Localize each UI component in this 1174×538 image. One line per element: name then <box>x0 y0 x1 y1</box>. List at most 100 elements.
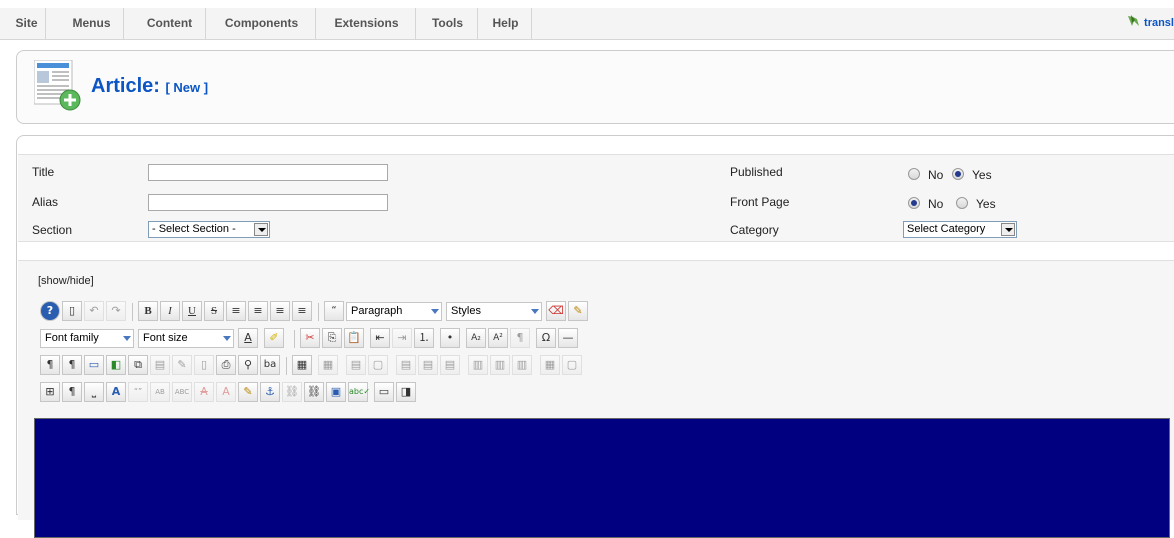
frontpage-yes-radio[interactable] <box>956 197 968 209</box>
delete-table-icon[interactable]: ▦ <box>318 355 338 375</box>
font-family-select-value: Font family <box>45 332 99 344</box>
special-character-icon[interactable]: Ω <box>536 328 556 348</box>
eraser-icon[interactable]: ⌫ <box>546 301 566 321</box>
image-icon[interactable]: ▣ <box>326 382 346 402</box>
show-hide-toggle[interactable]: [show/hide] <box>38 275 94 287</box>
frontpage-no-radio[interactable] <box>908 197 920 209</box>
numbered-list-icon[interactable]: ⒈ <box>414 328 434 348</box>
outdent-icon[interactable]: ⇤ <box>370 328 390 348</box>
published-no-radio[interactable] <box>908 168 920 180</box>
subscript-icon[interactable]: A₂ <box>466 328 486 348</box>
indent-icon[interactable]: ⇥ <box>392 328 412 348</box>
preview-icon[interactable]: ◧ <box>106 355 126 375</box>
character-map-disabled-icon[interactable]: ¶ <box>510 328 530 348</box>
replace-icon[interactable]: ba <box>260 355 280 375</box>
insert-layer-icon[interactable]: ▤ <box>150 355 170 375</box>
acronym-icon[interactable]: ABC <box>172 382 192 402</box>
template-icon[interactable]: ▯ <box>194 355 214 375</box>
col-after-icon[interactable]: ▥ <box>490 355 510 375</box>
col-before-icon[interactable]: ▥ <box>468 355 488 375</box>
published-yes-radio[interactable] <box>952 168 964 180</box>
alias-label: Alias <box>32 195 59 209</box>
format-select[interactable]: Paragraph <box>346 302 442 321</box>
article-form: Title Alias Section - Select Section - P… <box>18 154 1174 242</box>
align-left-icon[interactable]: ≡ <box>270 301 290 321</box>
edit-icon[interactable]: ✎ <box>172 355 192 375</box>
new-document-icon[interactable]: ▯ <box>62 301 82 321</box>
redo-icon[interactable]: ↷ <box>106 301 126 321</box>
section-select[interactable]: - Select Section - <box>148 221 270 238</box>
merge-cells-icon[interactable]: ▢ <box>562 355 582 375</box>
chevron-down-icon <box>254 223 268 236</box>
attributes-icon[interactable]: ✎ <box>238 382 258 402</box>
superscript-icon[interactable]: A² <box>488 328 508 348</box>
cut-icon[interactable]: ✂ <box>300 328 320 348</box>
text-color-icon[interactable]: A <box>238 328 258 348</box>
delete-row-icon[interactable]: ▤ <box>440 355 460 375</box>
cite-icon[interactable]: “” <box>128 382 148 402</box>
horizontal-rule-icon[interactable]: — <box>558 328 578 348</box>
font-size-select[interactable]: Font size <box>138 329 234 348</box>
blockquote-icon[interactable]: “ <box>324 301 344 321</box>
highlight-color-icon[interactable]: ✐ <box>264 328 284 348</box>
help-icon[interactable]: ? <box>40 301 60 321</box>
published-label: Published <box>730 165 783 179</box>
menu-tools[interactable]: Tools <box>418 8 478 39</box>
bold-icon[interactable]: B <box>138 301 158 321</box>
title-input[interactable] <box>148 164 388 181</box>
page-subtitle: [ New ] <box>165 80 209 95</box>
source-code-icon[interactable]: ⧉ <box>128 355 148 375</box>
bullet-list-icon[interactable]: • <box>440 328 460 348</box>
chevron-down-icon <box>123 336 131 341</box>
print-icon[interactable]: ⎙ <box>216 355 236 375</box>
font-family-select[interactable]: Font family <box>40 329 134 348</box>
delete-mark-icon[interactable]: A <box>194 382 214 402</box>
insert-mark-icon[interactable]: A <box>216 382 236 402</box>
row-before-icon[interactable]: ▤ <box>396 355 416 375</box>
underline-icon[interactable]: U <box>182 301 202 321</box>
menu-site[interactable]: Site <box>8 8 46 39</box>
translate-icon <box>1126 10 1141 26</box>
pagebreak-icon[interactable]: ◨ <box>396 382 416 402</box>
styles-props-icon[interactable]: A <box>106 382 126 402</box>
split-cells-icon[interactable]: ▦ <box>540 355 560 375</box>
show-blocks-icon[interactable]: ¶ <box>62 382 82 402</box>
cell-props-icon[interactable]: ▢ <box>368 355 388 375</box>
editor-content-area[interactable] <box>34 418 1170 538</box>
menu-menus[interactable]: Menus <box>60 8 124 39</box>
align-center-icon[interactable]: ≡ <box>248 301 268 321</box>
italic-icon[interactable]: I <box>160 301 180 321</box>
alias-input[interactable] <box>148 194 388 211</box>
media-icon[interactable]: ▭ <box>374 382 394 402</box>
menu-extensions[interactable]: Extensions <box>318 8 416 39</box>
row-after-icon[interactable]: ▤ <box>418 355 438 375</box>
styles-select[interactable]: Styles <box>446 302 542 321</box>
cleanup-brush-icon[interactable]: ✎ <box>568 301 588 321</box>
insert-table-icon[interactable]: ▦ <box>292 355 312 375</box>
anchor-icon[interactable]: ⚓ <box>260 382 280 402</box>
translation-link[interactable]: transl <box>1120 8 1174 39</box>
visual-aid-icon[interactable]: ⊞ <box>40 382 60 402</box>
link-icon[interactable]: ⛓ <box>304 382 324 402</box>
align-justify-icon[interactable]: ≡ <box>226 301 246 321</box>
spellcheck-icon[interactable]: abc✓ <box>348 382 370 402</box>
chevron-down-icon <box>223 336 231 341</box>
abbr-icon[interactable]: AB <box>150 382 170 402</box>
find-icon[interactable]: ⚲ <box>238 355 258 375</box>
ltr-icon[interactable]: ¶ <box>40 355 60 375</box>
unlink-icon[interactable]: ⛓ <box>282 382 302 402</box>
menu-components[interactable]: Components <box>208 8 316 39</box>
non-breaking-space-icon[interactable]: ⎵ <box>84 382 104 402</box>
align-right-icon[interactable]: ≡ <box>292 301 312 321</box>
delete-col-icon[interactable]: ▥ <box>512 355 532 375</box>
row-props-icon[interactable]: ▤ <box>346 355 366 375</box>
menu-help[interactable]: Help <box>480 8 532 39</box>
strikethrough-icon[interactable]: S <box>204 301 224 321</box>
menu-content[interactable]: Content <box>134 8 206 39</box>
fullscreen-icon[interactable]: ▭ <box>84 355 104 375</box>
category-select[interactable]: Select Category <box>903 221 1017 238</box>
paste-icon[interactable]: 📋 <box>344 328 364 348</box>
undo-icon[interactable]: ↶ <box>84 301 104 321</box>
copy-icon[interactable]: ⎘ <box>322 328 342 348</box>
rtl-icon[interactable]: ¶ <box>62 355 82 375</box>
